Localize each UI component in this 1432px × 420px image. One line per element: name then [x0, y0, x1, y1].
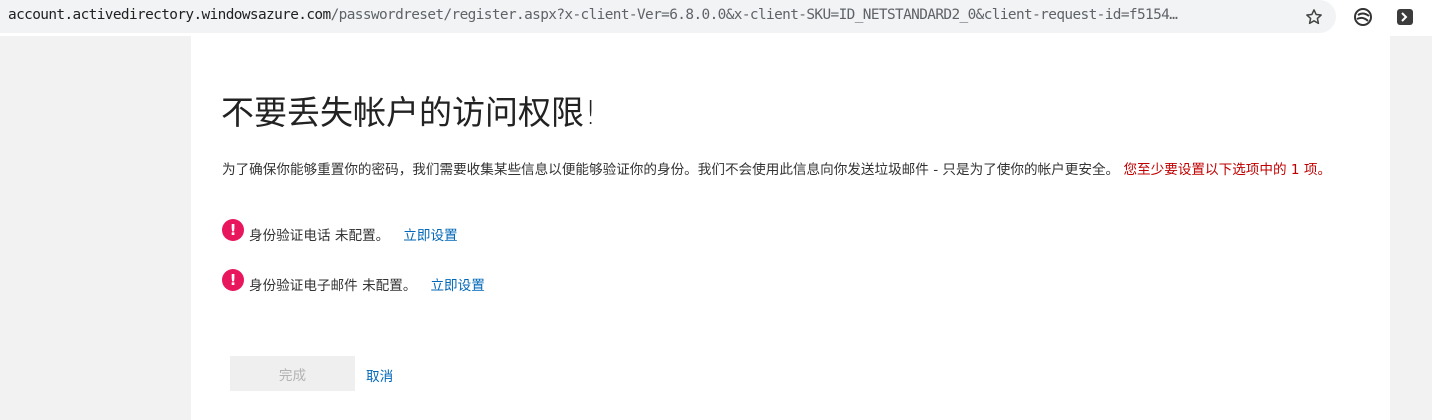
intro-message: 为了确保你能够重置你的密码，我们需要收集某些信息以便能够验证你的身份。我们不会使…: [222, 162, 1120, 178]
url-text: account.activedirectory.windowsazure.com…: [8, 7, 1288, 23]
alert-icon: !: [222, 219, 244, 241]
auth-email-status: 身份验证电子邮件 未配置。: [249, 278, 417, 294]
bookmark-star-icon[interactable]: [1302, 5, 1326, 29]
finish-button[interactable]: 完成: [230, 356, 355, 391]
auth-phone-row: ! 身份验证电话 未配置。 立即设置: [222, 219, 458, 247]
setup-phone-link[interactable]: 立即设置: [403, 224, 457, 244]
extension-icon[interactable]: [1351, 5, 1375, 29]
setup-email-link[interactable]: 立即设置: [430, 274, 484, 294]
cancel-link[interactable]: 取消: [366, 365, 393, 385]
warning-message: 您至少要设置以下选项中的 1 项。: [1123, 162, 1332, 178]
url-host: account.activedirectory.windowsazure.com: [8, 7, 331, 23]
auth-phone-status: 身份验证电话 未配置。: [249, 228, 390, 244]
url-field[interactable]: account.activedirectory.windowsazure.com…: [0, 0, 1336, 33]
intro-text: 为了确保你能够重置你的密码，我们需要收集某些信息以便能够验证你的身份。我们不会使…: [222, 160, 1368, 180]
page-title: 不要丢失帐户的访问权限!: [221, 93, 598, 132]
alert-icon: !: [222, 269, 244, 291]
terminal-extension-icon[interactable]: [1393, 5, 1417, 29]
auth-email-row: ! 身份验证电子邮件 未配置。 立即设置: [222, 269, 485, 297]
url-path: /passwordreset/register.aspx?x-client-Ve…: [330, 7, 1178, 23]
registration-card: 不要丢失帐户的访问权限! 为了确保你能够重置你的密码，我们需要收集某些信息以便能…: [191, 36, 1390, 420]
browser-address-bar: account.activedirectory.windowsazure.com…: [0, 0, 1432, 36]
